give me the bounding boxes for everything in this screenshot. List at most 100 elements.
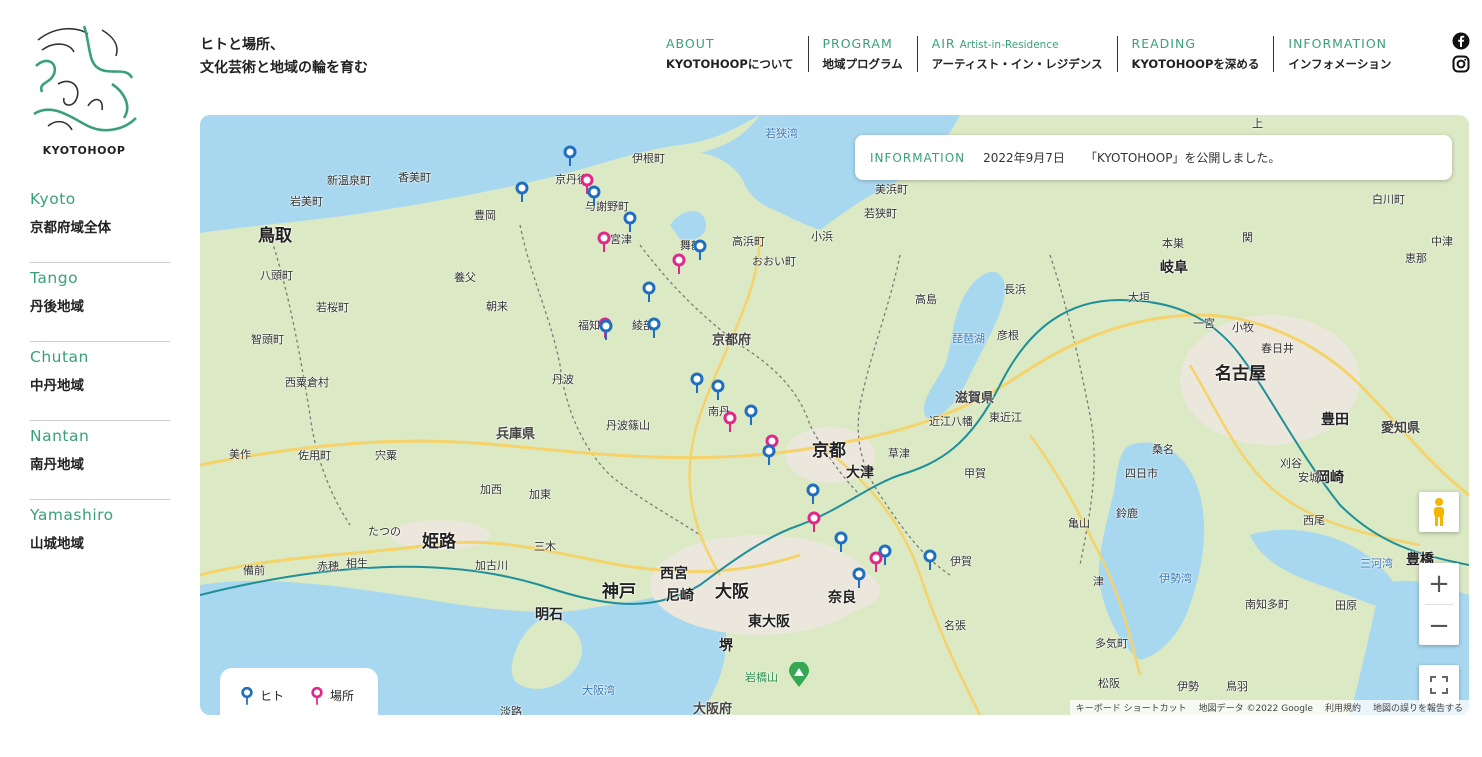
info-date: 2022年9月7日 — [983, 151, 1065, 165]
map-label-taki: 多気町 — [1095, 637, 1128, 650]
nav-about[interactable]: ABOUT KYOTOHOOPについて — [652, 36, 808, 72]
sidebar-item-yamashiro-en: Yamashiro — [30, 506, 114, 524]
map-label-takashima: 高島 — [915, 293, 937, 306]
map-label-motosu: 本巣 — [1162, 237, 1184, 250]
site-logo[interactable]: KYOTOHOOP — [24, 22, 144, 162]
nav-information[interactable]: INFORMATION インフォメーション — [1273, 36, 1405, 72]
sidebar-item-chutan[interactable]: Chutan 中丹地域 — [30, 342, 170, 421]
instagram-icon[interactable] — [1452, 55, 1470, 73]
map-label-seki: 関 — [1242, 231, 1253, 244]
place-pin[interactable] — [671, 253, 687, 275]
map-label-tottori: 鳥取 — [258, 226, 292, 246]
nav-reading[interactable]: READING KYOTOHOOPを深める — [1116, 36, 1274, 72]
map-label-miyazu: 宮津 — [610, 233, 632, 246]
map-label-ogaki: 大垣 — [1128, 291, 1150, 304]
sidebar-item-nantan[interactable]: Nantan 南丹地域 — [30, 421, 170, 500]
fullscreen-icon — [1430, 676, 1448, 694]
map-label-wakasa-town: 若桜町 — [316, 301, 349, 314]
place-pin[interactable] — [722, 411, 738, 433]
terms-link[interactable]: 利用規約 — [1319, 700, 1367, 715]
sidebar-item-kyoto-jp: 京都府域全体 — [30, 220, 111, 236]
place-pin[interactable] — [806, 511, 822, 533]
map-label-kasugai: 春日井 — [1261, 342, 1294, 355]
person-pin[interactable] — [692, 239, 708, 261]
map-label-kakogawa: 加古川 — [475, 559, 508, 572]
map-label-shinonsen: 新温泉町 — [327, 174, 371, 187]
map-label-kameyama: 亀山 — [1068, 517, 1090, 530]
map-data-credit: 地図データ ©2022 Google — [1198, 704, 1313, 714]
street-view-button[interactable] — [1419, 492, 1459, 532]
person-pin[interactable] — [514, 181, 530, 203]
person-pin[interactable] — [851, 567, 867, 589]
map-label-obama: 小浜 — [811, 230, 833, 243]
facebook-icon[interactable] — [1452, 32, 1470, 50]
person-pin[interactable] — [689, 372, 705, 394]
map-label-wakasa: 若狭町 — [864, 207, 897, 220]
person-pin-icon — [241, 686, 253, 705]
map-label-ena: 恵那 — [1405, 252, 1427, 265]
person-pin[interactable] — [622, 211, 638, 233]
map-label-aichi: 愛知県 — [1381, 421, 1421, 436]
map-label-nabari: 名張 — [944, 619, 966, 632]
sidebar-item-nantan-en: Nantan — [30, 427, 90, 445]
map-label-higashiomi: 東近江 — [989, 411, 1022, 424]
zoom-control: + − — [1419, 563, 1459, 645]
map-label-kasai: 加西 — [480, 483, 502, 496]
map-label-shiga: 滋賀県 — [955, 391, 995, 406]
sidebar-item-yamashiro-jp: 山城地域 — [30, 536, 84, 552]
person-pin[interactable] — [743, 404, 759, 426]
map-label-kusatsu: 草津 — [888, 447, 910, 460]
map-label-okazaki: 岡崎 — [1316, 470, 1344, 486]
person-pin[interactable] — [761, 444, 777, 466]
map-label-hyogo: 兵庫県 — [496, 427, 536, 442]
map-label-chizu: 智頭町 — [251, 333, 284, 346]
place-pin[interactable] — [596, 231, 612, 253]
map-label-kato: 加東 — [529, 488, 551, 501]
nav-air[interactable]: AIR Artist-in-Residence アーティスト・イン・レジデンス — [916, 36, 1117, 72]
nav-reading-en: READING — [1131, 36, 1197, 51]
zoom-out-button[interactable]: − — [1419, 605, 1459, 646]
info-banner[interactable]: INFORMATION 2022年9月7日 「KYOTOHOOP」を公開しました… — [855, 135, 1452, 180]
map-label-komaki: 小牧 — [1232, 321, 1254, 334]
map-label-yokkaichi: 四日市 — [1125, 467, 1158, 480]
map-label-omihachiman: 近江八幡 — [929, 415, 973, 428]
person-pin[interactable] — [586, 185, 602, 207]
map-label-toyota: 豊田 — [1321, 412, 1349, 428]
person-pin[interactable] — [562, 145, 578, 167]
person-pin[interactable] — [922, 549, 938, 571]
person-pin[interactable] — [805, 483, 821, 505]
nav-air-en-sub: Artist-in-Residence — [959, 39, 1059, 51]
person-pin[interactable] — [833, 531, 849, 553]
person-pin[interactable] — [598, 319, 614, 341]
map-label-kyoto: 京都 — [812, 441, 846, 461]
zoom-in-button[interactable]: + — [1419, 563, 1459, 604]
fullscreen-button[interactable] — [1419, 665, 1459, 705]
map-label-higashiosaka: 東大阪 — [748, 614, 790, 630]
nav-program[interactable]: PROGRAM 地域プログラム — [807, 36, 917, 72]
map-label-toyooka: 豊岡 — [474, 209, 496, 222]
mountain-marker-icon[interactable] — [788, 662, 810, 688]
place-pin[interactable] — [868, 551, 884, 573]
map-label-iga: 伊賀 — [950, 555, 972, 568]
tagline-line-1: ヒトと場所、 — [200, 37, 284, 53]
report-error-link[interactable]: 地図の誤りを報告する — [1367, 700, 1469, 715]
nav-air-jp: アーティスト・イン・レジデンス — [931, 57, 1103, 71]
sidebar-item-tango[interactable]: Tango 丹後地域 — [30, 263, 170, 342]
sidebar-item-kyoto[interactable]: Kyoto 京都府域全体 — [30, 184, 170, 263]
map-label-miki: 三木 — [534, 540, 556, 553]
map-label-gifu: 岐阜 — [1160, 260, 1188, 276]
map-label-ooi: おおい町 — [752, 255, 796, 268]
map-label-ine: 伊根町 — [632, 152, 665, 165]
sidebar-item-yamashiro[interactable]: Yamashiro 山城地域 — [30, 500, 170, 579]
keyboard-shortcuts-link[interactable]: キーボード ショートカット — [1070, 700, 1193, 715]
region-sidebar: Kyoto 京都府域全体 Tango 丹後地域 Chutan 中丹地域 Nant… — [30, 184, 170, 579]
map-label-ise: 伊勢 — [1177, 680, 1199, 693]
person-pin[interactable] — [646, 317, 662, 339]
map-label-tatsuno: たつの — [368, 525, 401, 538]
person-pin[interactable] — [641, 281, 657, 303]
map-label-sayo: 佐用町 — [298, 449, 331, 462]
nav-information-jp: インフォメーション — [1288, 57, 1392, 71]
person-pin[interactable] — [710, 379, 726, 401]
map-label-aioi: 相生 — [346, 557, 368, 570]
map-view[interactable]: 鳥取 姫路 神戸 大阪 京都 奈良 名古屋 岐阜 豊田 岡崎 豊橋 大津 明石 … — [200, 115, 1469, 715]
